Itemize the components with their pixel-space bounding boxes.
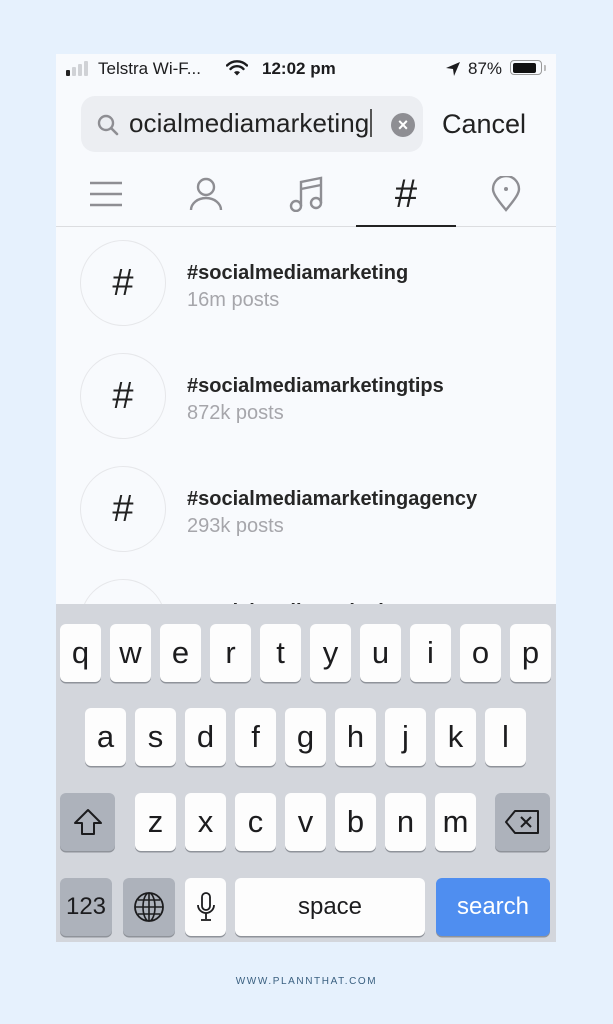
carrier-name: Telstra Wi-F... <box>98 59 201 78</box>
microphone-icon <box>196 892 215 921</box>
tab-tags[interactable]: # <box>356 162 456 227</box>
key-z[interactable]: z <box>135 793 176 851</box>
hashtag-icon: # <box>80 353 166 439</box>
battery-tip <box>544 65 546 71</box>
key-x[interactable]: x <box>185 793 226 851</box>
close-icon: × <box>397 115 409 135</box>
backspace-key[interactable] <box>495 793 550 851</box>
tab-places[interactable] <box>456 162 556 226</box>
tab-audio[interactable] <box>256 162 356 226</box>
text-cursor <box>370 109 373 137</box>
search-key[interactable]: search <box>436 878 550 936</box>
key-a[interactable]: a <box>85 708 126 766</box>
space-key[interactable]: space <box>235 878 425 936</box>
clock: 12:02 pm <box>262 59 336 78</box>
key-e[interactable]: e <box>160 624 201 682</box>
phone-screen: Telstra Wi-F... 12:02 pm 87% ocialmediam… <box>56 54 556 942</box>
hashtag-icon: # <box>80 240 166 326</box>
key-s[interactable]: s <box>135 708 176 766</box>
key-c[interactable]: c <box>235 793 276 851</box>
key-b[interactable]: b <box>335 793 376 851</box>
key-r[interactable]: r <box>210 624 251 682</box>
hashtag-result[interactable]: # #socialmediamarketing 16m posts <box>56 230 556 343</box>
clear-search-button[interactable]: × <box>391 113 415 137</box>
person-icon <box>189 177 223 211</box>
key-y[interactable]: y <box>310 624 351 682</box>
cancel-button[interactable]: Cancel <box>442 109 526 140</box>
hashtag-name: #socialmediamarketingtips <box>187 375 444 397</box>
footer-website: WWW.PLANNTHAT.COM <box>235 976 378 987</box>
numbers-key[interactable]: 123 <box>60 878 112 936</box>
search-input[interactable]: ocialmediamarketing × <box>81 96 423 152</box>
globe-icon <box>134 892 164 922</box>
key-h[interactable]: h <box>335 708 376 766</box>
key-q[interactable]: q <box>60 624 101 682</box>
key-j[interactable]: j <box>385 708 426 766</box>
menu-icon <box>90 181 122 207</box>
music-note-icon <box>289 176 323 212</box>
globe-key[interactable] <box>123 878 175 936</box>
key-m[interactable]: m <box>435 793 476 851</box>
key-v[interactable]: v <box>285 793 326 851</box>
key-w[interactable]: w <box>110 624 151 682</box>
key-u[interactable]: u <box>360 624 401 682</box>
cellular-signal-icon <box>66 61 96 76</box>
tab-accounts[interactable] <box>156 162 256 226</box>
key-d[interactable]: d <box>185 708 226 766</box>
battery-icon <box>510 60 542 75</box>
battery-percentage: 87% <box>468 59 503 78</box>
search-query[interactable]: ocialmediamarketing <box>129 108 373 139</box>
location-arrow-icon <box>446 62 460 76</box>
key-g[interactable]: g <box>285 708 326 766</box>
search-icon <box>97 114 119 136</box>
shift-icon <box>73 809 102 835</box>
key-t[interactable]: t <box>260 624 301 682</box>
hashtag-result[interactable]: # #socialmediamarketingtips 872k posts <box>56 343 556 456</box>
key-o[interactable]: o <box>460 624 501 682</box>
key-n[interactable]: n <box>385 793 426 851</box>
backspace-icon <box>504 810 539 834</box>
shift-key[interactable] <box>60 793 115 851</box>
keyboard: 123 space search qwertyuiop asdfghjkl zxcv… <box>56 604 556 942</box>
microphone-key[interactable] <box>185 878 226 936</box>
hashtag-name: #socialmediamarketing <box>187 262 409 284</box>
hashtag-icon: # <box>80 466 166 552</box>
wifi-icon <box>226 60 248 76</box>
post-count: 16m posts <box>187 289 280 311</box>
key-k[interactable]: k <box>435 708 476 766</box>
location-pin-icon <box>491 176 521 212</box>
key-p[interactable]: p <box>510 624 551 682</box>
tab-top[interactable] <box>56 162 156 226</box>
key-l[interactable]: l <box>485 708 526 766</box>
status-bar: Telstra Wi-F... 12:02 pm 87% <box>56 54 556 84</box>
hashtag-name: #socialmediamarketingagency <box>187 488 478 510</box>
hashtag-result[interactable]: # #socialmediamarketingagency 293k posts <box>56 456 556 569</box>
post-count: 872k posts <box>187 402 284 424</box>
post-count: 293k posts <box>187 515 284 537</box>
search-tabs: # <box>56 162 556 227</box>
key-i[interactable]: i <box>410 624 451 682</box>
hashtag-icon: # <box>394 171 418 216</box>
key-f[interactable]: f <box>235 708 276 766</box>
